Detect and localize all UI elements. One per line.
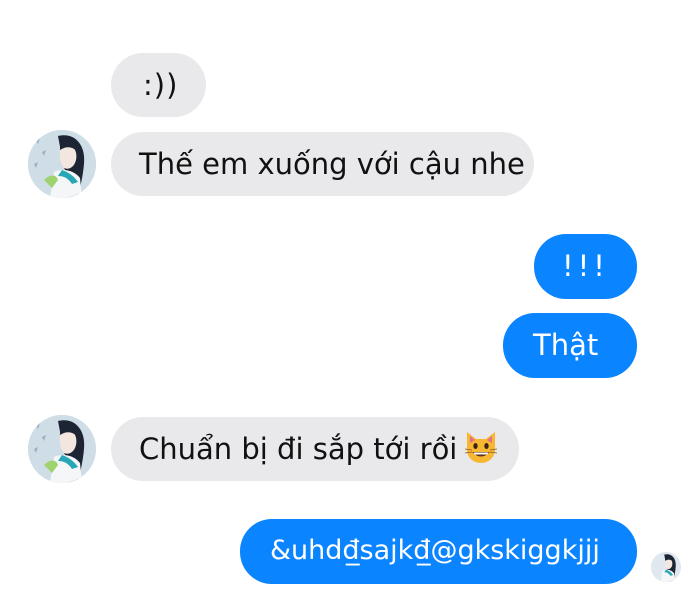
outgoing-message-bubble[interactable]: Thật: [503, 313, 637, 378]
message-text: Thế em xuống với cậu nhe: [139, 147, 525, 181]
incoming-message-bubble[interactable]: :)): [111, 53, 206, 117]
grinning-cat-icon: [463, 429, 499, 465]
incoming-message-bubble[interactable]: Thế em xuống với cậu nhe: [111, 132, 534, 196]
chat-screen: { "conversation": { "messages": [ { "id"…: [0, 0, 691, 600]
message-text: &uhdđ̲sajkđ̲@gkskiggkjjj: [270, 535, 600, 566]
incoming-message-bubble[interactable]: Chuẩn bị đi sắp tới rồi: [111, 417, 519, 481]
outgoing-message-bubble[interactable]: !!!: [534, 234, 637, 299]
outgoing-message-bubble[interactable]: &uhdđ̲sajkđ̲@gkskiggkjjj: [240, 519, 637, 584]
message-text: !!!: [562, 249, 609, 283]
message-text: :)): [143, 68, 179, 102]
message-text: Thật: [533, 328, 599, 362]
message-text: Chuẩn bị đi sắp tới rồi: [139, 432, 458, 466]
read-receipt-avatar-icon: [651, 552, 681, 582]
contact-avatar-icon[interactable]: [28, 415, 96, 483]
contact-avatar-icon[interactable]: [28, 130, 96, 198]
